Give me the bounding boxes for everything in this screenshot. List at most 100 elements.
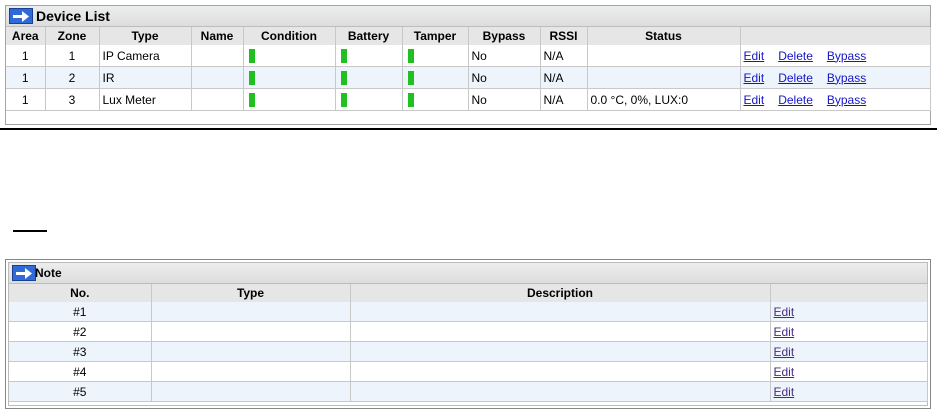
cell-type: IP Camera (99, 45, 192, 67)
bypass-link[interactable]: Bypass (827, 49, 866, 63)
note-title: Note (35, 266, 62, 280)
cell-description (350, 341, 771, 362)
edit-link[interactable]: Edit (774, 385, 795, 399)
delete-link[interactable]: Delete (778, 49, 813, 63)
edit-link[interactable]: Edit (774, 325, 795, 339)
cell-rssi: N/A (540, 88, 588, 111)
column-header-type: Type (99, 27, 192, 45)
device-list-title: Device List (36, 8, 110, 24)
cell-area: 1 (6, 88, 46, 111)
cell-no: #2 (9, 321, 152, 342)
column-header-battery: Battery (335, 27, 403, 45)
cell-condition (243, 66, 336, 89)
cell-actions: Edit Delete Bypass (740, 66, 931, 89)
cell-zone: 3 (45, 88, 100, 111)
cell-condition (243, 45, 336, 67)
cell-battery (335, 66, 403, 89)
column-header-actions (740, 27, 931, 45)
column-header-name: Name (191, 27, 244, 45)
tamper-ok-indicator (407, 70, 414, 85)
tamper-ok-indicator (407, 92, 414, 107)
note-inner: Note No. Type Description #1 Edit #2 Edi… (8, 262, 928, 406)
column-header-no: No. (9, 284, 152, 302)
cell-actions: Edit (770, 361, 928, 382)
cell-actions: Edit Delete Bypass (740, 45, 931, 67)
table-row: #2 Edit (9, 321, 928, 342)
table-row: #4 Edit (9, 361, 928, 382)
battery-ok-indicator (340, 92, 347, 107)
cell-type: IR (99, 66, 192, 89)
note-table-header: No. Type Description (9, 284, 928, 302)
cell-actions: Edit (770, 321, 928, 342)
edit-link[interactable]: Edit (744, 71, 765, 85)
condition-ok-indicator (248, 92, 255, 107)
cell-description (350, 321, 771, 342)
cell-status (587, 66, 741, 89)
column-header-actions (770, 284, 928, 302)
cell-no: #1 (9, 302, 152, 322)
cell-no: #3 (9, 341, 152, 362)
cell-actions: Edit (770, 381, 928, 402)
battery-ok-indicator (340, 70, 347, 85)
device-list-panel: Device List Area Zone Type Name Conditio… (5, 5, 931, 125)
table-row: 1 3 Lux Meter No N/A 0.0 °C, 0%, LUX:0 E… (6, 88, 931, 111)
table-row: #3 Edit (9, 341, 928, 362)
cell-tamper (402, 88, 469, 111)
arrow-right-icon (9, 8, 33, 24)
cell-name (191, 66, 244, 89)
cell-tamper (402, 66, 469, 89)
edit-link[interactable]: Edit (774, 345, 795, 359)
column-header-area: Area (6, 27, 46, 45)
cell-type (151, 361, 351, 382)
edit-link[interactable]: Edit (744, 49, 765, 63)
edit-link[interactable]: Edit (774, 305, 795, 319)
cell-actions: Edit (770, 341, 928, 362)
column-header-status: Status (587, 27, 741, 45)
cell-type (151, 341, 351, 362)
column-header-tamper: Tamper (402, 27, 469, 45)
cell-zone: 2 (45, 66, 100, 89)
cell-description (350, 381, 771, 402)
cell-condition (243, 88, 336, 111)
section-divider (0, 128, 937, 130)
column-header-condition: Condition (243, 27, 336, 45)
note-panel: Note No. Type Description #1 Edit #2 Edi… (5, 259, 931, 409)
cell-description (350, 302, 771, 322)
cell-no: #5 (9, 381, 152, 402)
cell-name (191, 88, 244, 111)
note-table: No. Type Description #1 Edit #2 Edit #3 … (9, 284, 928, 402)
column-header-zone: Zone (45, 27, 100, 45)
cell-name (191, 45, 244, 67)
table-row: 1 1 IP Camera No N/A Edit Delete Bypass (6, 45, 931, 67)
device-list-header: Device List (6, 6, 930, 27)
column-header-type: Type (151, 284, 351, 302)
cell-no: #4 (9, 361, 152, 382)
table-row: #1 Edit (9, 302, 928, 322)
column-header-description: Description (350, 284, 771, 302)
cell-battery (335, 45, 403, 67)
cell-zone: 1 (45, 45, 100, 67)
edit-link[interactable]: Edit (744, 93, 765, 107)
cell-bypass: No (468, 45, 541, 67)
tamper-ok-indicator (407, 48, 414, 63)
cell-description (350, 361, 771, 382)
cell-area: 1 (6, 45, 46, 67)
condition-ok-indicator (248, 48, 255, 63)
delete-link[interactable]: Delete (778, 71, 813, 85)
edit-link[interactable]: Edit (774, 365, 795, 379)
cell-bypass: No (468, 66, 541, 89)
cell-bypass: No (468, 88, 541, 111)
cell-type (151, 381, 351, 402)
table-row: #5 Edit (9, 381, 928, 402)
cell-actions: Edit (770, 302, 928, 322)
cell-status: 0.0 °C, 0%, LUX:0 (587, 88, 741, 111)
cell-tamper (402, 45, 469, 67)
arrow-right-icon (12, 265, 36, 281)
bypass-link[interactable]: Bypass (827, 71, 866, 85)
delete-link[interactable]: Delete (778, 93, 813, 107)
bypass-link[interactable]: Bypass (827, 93, 866, 107)
cell-area: 1 (6, 66, 46, 89)
cell-type (151, 321, 351, 342)
column-header-rssi: RSSI (540, 27, 588, 45)
note-header: Note (9, 263, 927, 284)
